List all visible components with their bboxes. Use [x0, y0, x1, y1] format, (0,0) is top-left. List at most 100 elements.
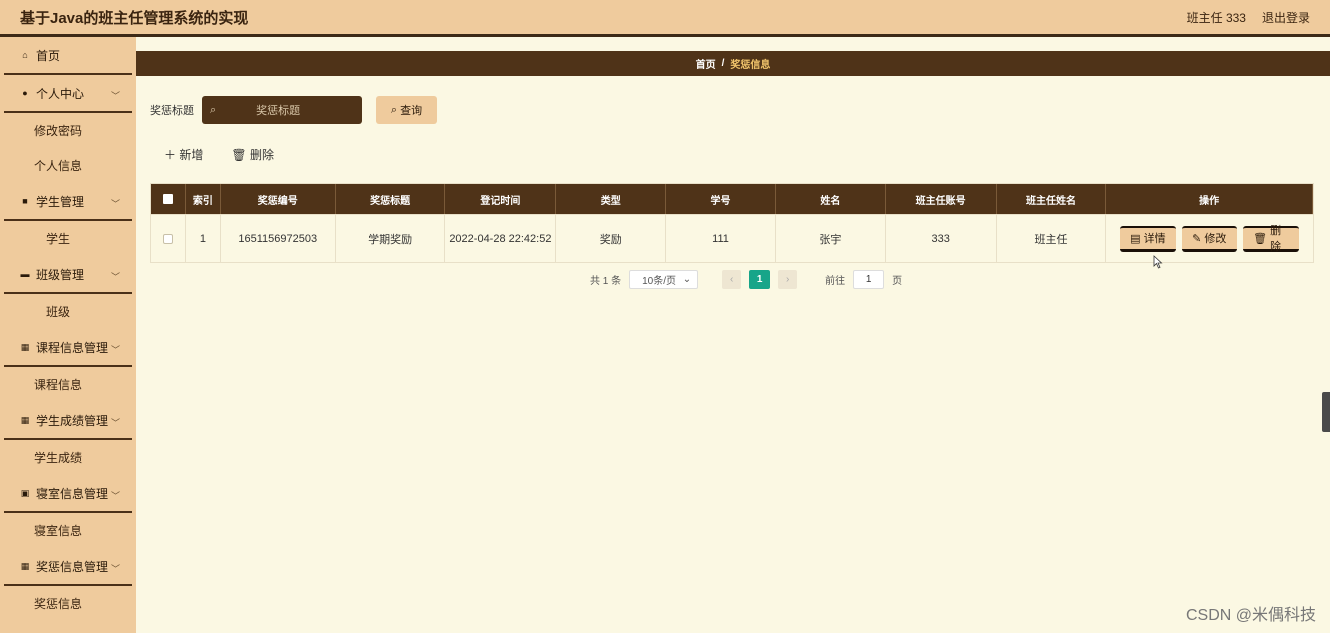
edit-icon: ✎ [1192, 232, 1202, 245]
sidebar-group-rewards[interactable]: ▦ 奖惩信息管理 ﹀ [4, 548, 132, 586]
data-table: 索引 奖惩编号 奖惩标题 登记时间 类型 学号 姓名 班主任账号 班主任姓名 操… [150, 183, 1314, 263]
cell-type: 奖励 [556, 215, 667, 262]
column-header: 班主任姓名 [997, 184, 1107, 214]
row-delete-button[interactable]: 🗑 删除 [1243, 225, 1300, 253]
chevron-down-icon: ﹀ [110, 91, 120, 101]
grid-icon: ▦ [20, 560, 30, 571]
edit-button-label: 修改 [1204, 233, 1227, 245]
detail-button-label: 详情 [1143, 233, 1166, 245]
edit-button[interactable]: ✎ 修改 [1182, 225, 1238, 252]
grid-icon: ▦ [20, 414, 30, 425]
sidebar-group-label: 学生成绩管理 [36, 413, 109, 428]
sidebar-item-student-grades[interactable]: 学生成绩 [4, 440, 132, 475]
column-header: 姓名 [776, 184, 886, 214]
sidebar-item-personal-info[interactable]: 个人信息 [4, 148, 132, 183]
column-header: 登记时间 [445, 184, 557, 214]
breadcrumb: 首页 / 奖惩信息 [136, 51, 1330, 76]
column-header: 奖惩标题 [336, 184, 446, 214]
action-row: ＋ 新增 🗑 删除 [164, 146, 274, 163]
sidebar-group-personal[interactable]: ● 个人中心 ﹀ [4, 75, 132, 113]
query-button[interactable]: ⌕ 查询 [376, 96, 437, 124]
next-page-button[interactable]: › [778, 270, 798, 289]
sidebar-item-course-info[interactable]: 课程信息 [4, 367, 132, 402]
prev-page-button[interactable]: ‹ [722, 270, 742, 289]
sidebar-group-label: 学生管理 [36, 194, 85, 209]
page-number-current[interactable]: 1 [749, 270, 771, 289]
sidebar-item-student[interactable]: 学生 [4, 221, 132, 256]
page-size-value: 10条/页 [642, 276, 677, 287]
column-header: 索引 [186, 184, 221, 214]
cell-operations: ▤ 详情 ✎ 修改 🗑 删除 [1106, 215, 1313, 262]
sidebar-group-courses[interactable]: ▦ 课程信息管理 ﹀ [4, 329, 132, 367]
delete-button-label: 删除 [249, 148, 274, 162]
search-placeholder: 奖惩标题 [256, 105, 301, 117]
search-icon: ⌕ [390, 103, 398, 116]
column-header: 学号 [666, 184, 776, 214]
sidebar-item-home[interactable]: ⌂ 首页 [4, 37, 132, 75]
side-scroll-handle[interactable] [1322, 392, 1330, 432]
page-suffix: 页 [892, 276, 903, 287]
user-icon: ● [22, 88, 28, 98]
sidebar-group-students[interactable]: ■ 学生管理 ﹀ [4, 183, 132, 221]
search-input[interactable]: ⌕ 奖惩标题 [202, 96, 362, 124]
add-button-label: 新增 [179, 148, 204, 162]
goto-page-input[interactable]: 1 [853, 270, 885, 289]
sidebar-group-classes[interactable]: ▬ 班级管理 ﹀ [4, 256, 132, 294]
table-header: 索引 奖惩编号 奖惩标题 登记时间 类型 学号 姓名 班主任账号 班主任姓名 操… [151, 184, 1313, 214]
column-header: 班主任账号 [886, 184, 997, 214]
sidebar-item-class[interactable]: 班级 [4, 294, 132, 329]
query-button-label: 查询 [400, 105, 423, 117]
sidebar-group-label: 课程信息管理 [36, 340, 109, 355]
chevron-down-icon: ﹀ [110, 199, 120, 209]
column-header: 奖惩编号 [221, 184, 336, 214]
app-title: 基于Java的班主任管理系统的实现 [20, 9, 249, 27]
search-label: 奖惩标题 [150, 105, 194, 117]
page-size-select[interactable]: 10条/页 ⌄ [629, 270, 699, 289]
grid-icon: ▦ [20, 341, 30, 352]
book-icon: ■ [22, 196, 28, 206]
table-row: 1 1651156972503 学期奖励 2022-04-28 22:42:52… [151, 214, 1313, 262]
chevron-right-icon: › [785, 274, 790, 285]
top-right-menu: 班主任 333 退出登录 [1187, 9, 1310, 26]
document-icon: ▤ [1130, 232, 1141, 245]
sidebar-item-change-password[interactable]: 修改密码 [4, 113, 132, 148]
row-checkbox[interactable] [151, 215, 186, 262]
goto-label: 前往 [825, 276, 846, 287]
sidebar: ⌂ 首页 ● 个人中心 ﹀ 修改密码 个人信息 ■ 学生管理 ﹀ 学生 ▬ 班级… [0, 37, 136, 633]
sidebar-group-grades[interactable]: ▦ 学生成绩管理 ﹀ [4, 402, 132, 440]
sidebar-item-reward-info[interactable]: 奖惩信息 [4, 586, 132, 621]
sidebar-group-label: 寝室信息管理 [36, 486, 109, 501]
chevron-down-icon: ﹀ [110, 345, 120, 355]
breadcrumb-home[interactable]: 首页 [696, 56, 716, 71]
sidebar-item-label: 首页 [36, 48, 61, 63]
logout-link[interactable]: 退出登录 [1262, 9, 1310, 26]
current-user[interactable]: 班主任 333 [1187, 9, 1246, 26]
sidebar-item-dorm-info[interactable]: 寝室信息 [4, 513, 132, 548]
cell-title: 学期奖励 [336, 215, 446, 262]
home-icon: ⌂ [22, 50, 28, 60]
chevron-left-icon: ‹ [729, 274, 734, 285]
detail-button[interactable]: ▤ 详情 [1120, 225, 1177, 252]
row-delete-button-label: 删除 [1270, 225, 1282, 253]
mouse-cursor-icon [1153, 255, 1163, 269]
select-all-checkbox[interactable] [151, 184, 186, 214]
sidebar-group-label: 班级管理 [36, 267, 85, 282]
column-header: 类型 [556, 184, 667, 214]
add-button[interactable]: ＋ 新增 [164, 146, 203, 163]
chevron-down-icon: ﹀ [110, 272, 120, 282]
sidebar-group-label: 个人中心 [36, 86, 85, 101]
sidebar-group-dorms[interactable]: ▣ 寝室信息管理 ﹀ [4, 475, 132, 513]
cell-teacher-account: 333 [886, 215, 997, 262]
column-header: 操作 [1106, 184, 1313, 214]
cell-student-id: 111 [666, 215, 776, 262]
total-count: 共 1 条 [590, 276, 622, 287]
trash-icon: 🗑 [1253, 232, 1268, 245]
cell-number: 1651156972503 [221, 215, 336, 262]
breadcrumb-separator: / [721, 58, 725, 69]
search-bar: 奖惩标题 ⌕ 奖惩标题 ⌕ 查询 [150, 96, 437, 124]
cell-index: 1 [186, 215, 221, 262]
search-icon: ⌕ [210, 103, 217, 116]
chevron-down-icon: ⌄ [682, 274, 692, 285]
delete-button[interactable]: 🗑 删除 [231, 146, 274, 163]
trash-icon: 🗑 [231, 148, 247, 162]
